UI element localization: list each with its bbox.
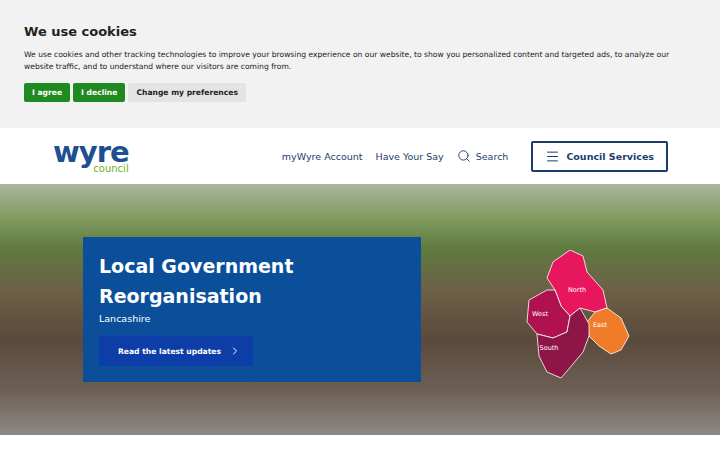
hero-subtitle: Lancashire: [99, 313, 150, 324]
menu-icon: [545, 149, 560, 164]
logo-name: wyre: [53, 138, 129, 167]
logo-sub: council: [93, 164, 128, 174]
svg-text:South: South: [540, 344, 559, 352]
nav-link[interactable]: Have Your Say: [376, 151, 444, 162]
search-link[interactable]: Search: [457, 149, 509, 163]
cookie-button[interactable]: I decline: [73, 83, 125, 102]
search-icon: [457, 149, 471, 163]
chevron-right-icon: [229, 345, 241, 357]
map-region[interactable]: East: [587, 308, 629, 354]
cookie-button[interactable]: Change my preferences: [128, 83, 246, 102]
nav-link[interactable]: myWyre Account: [282, 151, 363, 162]
main-nav: myWyre Account Have Your Say Search Council…: [282, 141, 668, 172]
site-header: wyrecouncil myWyre Account Have Your Say Se…: [0, 128, 720, 184]
updates-button[interactable]: Read the latest updates: [99, 336, 253, 366]
logo[interactable]: wyrecouncil: [53, 138, 129, 174]
map-region[interactable]: West: [527, 290, 570, 338]
cookie-button[interactable]: I agree: [24, 83, 70, 102]
cookie-title: We use cookies: [24, 24, 696, 39]
cookie-message: We use cookies and other tracking techno…: [24, 49, 696, 73]
cookie-buttons: I agreeI declineChange my preferences: [24, 83, 696, 102]
svg-text:North: North: [568, 286, 586, 294]
cookie-banner: We use cookies We use cookies and other t…: [0, 0, 720, 128]
hero: Local Government Reorganisation Lancashir…: [0, 184, 720, 435]
council-services-button[interactable]: Council Services: [531, 141, 668, 172]
hero-card: Local Government Reorganisation Lancashir…: [83, 237, 421, 382]
map-region[interactable]: South: [537, 308, 589, 378]
svg-text:West: West: [532, 310, 548, 318]
hero-title: Local Government Reorganisation: [99, 251, 405, 311]
region-map: North West East South: [525, 250, 635, 380]
svg-text:East: East: [593, 321, 607, 329]
